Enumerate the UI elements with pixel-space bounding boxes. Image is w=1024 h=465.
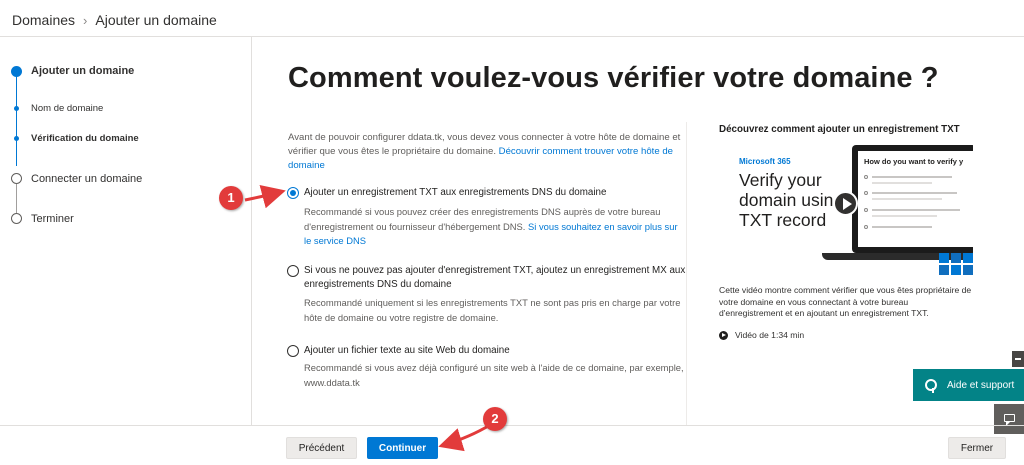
step-ajouter-un-domaine: Ajouter un domaine [31,65,135,77]
option-title: Ajouter un fichier texte au site Web du … [304,345,510,356]
option-txt-record[interactable]: Ajouter un enregistrement TXT aux enregi… [287,187,687,247]
step-dot-active [11,66,22,77]
stepper-line-pending [16,185,17,213]
annotation-badge-1: 1 [219,186,243,210]
step-connecter-un-domaine: Connecter un domaine [31,173,143,185]
step-dot-pending [11,213,22,224]
minimize-icon[interactable] [1012,351,1024,367]
microsoft-365-label: Microsoft 365 [739,157,791,166]
video-description: Cette vidéo montre comment vérifier que … [719,285,972,318]
feedback-button[interactable] [994,404,1024,434]
close-button[interactable]: Fermer [948,437,1006,459]
step-dot-pending [11,173,22,184]
option-description: Recommandé uniquement si les enregistrem… [304,297,681,323]
intro-text: Avant de pouvoir configurer ddata.tk, vo… [288,132,681,171]
footer-divider [0,425,1024,426]
step-nom-de-domaine: Nom de domaine [31,103,104,114]
brand-tiles [939,249,973,277]
video-duration: Vidéo de 1:34 min [719,330,804,340]
laptop-illustration: How do you want to verify y [852,145,973,253]
substep-dot-current [14,136,19,141]
panel-divider [686,122,687,425]
radio-txt-record[interactable] [287,187,299,199]
breadcrumb-current: Ajouter un domaine [95,12,217,28]
continue-button[interactable]: Continuer [367,437,438,459]
option-description: Recommandé si vous avez déjà configuré u… [304,362,684,388]
video-heading: Découvrez comment ajouter un enregistrem… [719,124,960,135]
headset-icon [925,379,937,393]
play-video-icon[interactable] [833,191,858,216]
chevron-right-icon: › [83,12,88,28]
play-circle-icon [719,330,728,340]
radio-mx-record[interactable] [287,265,299,277]
stepper-progress-line [16,75,17,166]
help-support-button[interactable]: Aide et support [913,369,1024,401]
thumbnail-screen-heading: How do you want to verify y [864,157,964,166]
page-title: Comment voulez-vous vérifier votre domai… [288,62,939,94]
substep-dot [14,106,19,111]
option-title: Ajouter un enregistrement TXT aux enregi… [304,187,607,198]
option-text-file[interactable]: Ajouter un fichier texte au site Web du … [287,345,687,391]
breadcrumb: Domaines › Ajouter un domaine [12,10,217,30]
annotation-badge-2: 2 [483,407,507,431]
chat-bubble-icon [1004,414,1015,426]
option-mx-record[interactable]: Si vous ne pouvez pas ajouter d'enregist… [287,265,687,327]
previous-button[interactable]: Précédent [286,437,357,459]
step-verification-du-domaine: Vérification du domaine [31,133,139,144]
radio-text-file[interactable] [287,345,299,357]
wizard-stepper: Ajouter un domaine Nom de domaine Vérifi… [0,37,252,425]
option-title: Si vous ne pouvez pas ajouter d'enregist… [304,265,686,290]
step-terminer: Terminer [31,213,74,225]
option-description: Recommandé si vous pouvez créer des enre… [304,206,678,246]
breadcrumb-domaines-link[interactable]: Domaines [12,12,75,28]
